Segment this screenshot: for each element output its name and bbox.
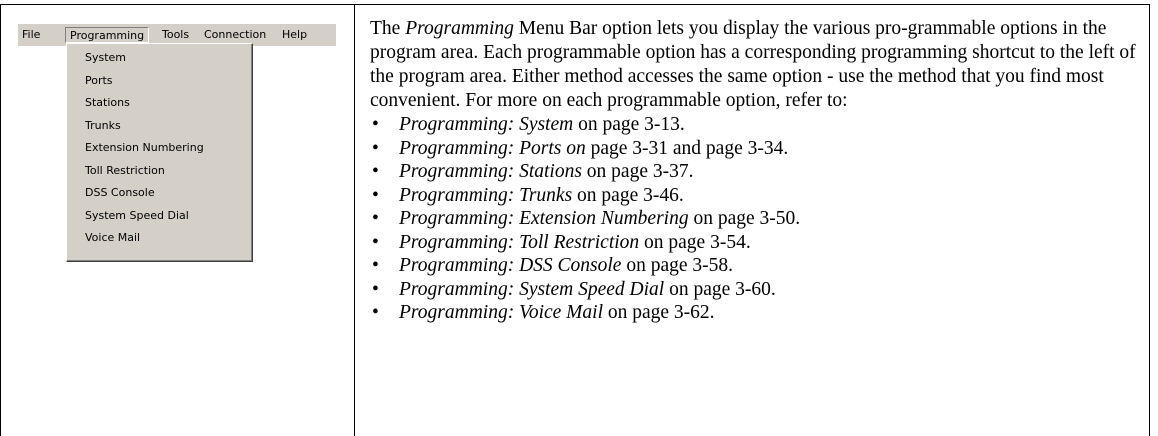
bullet-icon: • [372,114,379,135]
menu-item-ports[interactable]: Ports [67,70,252,93]
item-title: Programming: Voice Mail [399,302,603,323]
bullet-icon: • [372,302,379,323]
menu-connection[interactable]: Connection [200,27,270,43]
list-item: • Programming: System Speed Dial on page … [370,278,1140,302]
item-page-ref: on page 3-58. [621,255,734,276]
item-title: Programming: DSS Console [399,255,622,276]
menu-item-stations[interactable]: Stations [67,92,252,115]
bullet-icon: • [372,137,379,159]
menu-item-extension-numbering[interactable]: Extension Numbering [67,137,252,160]
item-page-ref: on page 3-62. [603,302,715,323]
bullet-icon: • [372,208,379,229]
menu-item-dss-console[interactable]: DSS Console [67,182,252,205]
list-item: • Programming: Toll Restriction on page 3… [370,231,1140,255]
list-item: • Programming: DSS Console on page 3-58. [370,254,1140,278]
item-title: Programming: System Speed Dial [399,278,665,300]
bullet-icon: • [372,255,379,276]
item-page-ref: on page 3-37. [581,161,694,182]
item-page-ref: on page 3-60. [664,278,776,300]
menu-help[interactable]: Help [278,27,311,43]
programming-dropdown: System Ports Stations Trunks Extension N… [66,43,253,262]
item-page-ref: on page 3-50. [688,208,801,229]
item-title: Programming: Toll Restriction [399,231,640,253]
bullet-icon: • [372,184,379,206]
content-table: File Programming Tools Connection Help S… [0,4,1150,436]
item-title: Programming: Ports on [399,137,586,159]
intro-emphasis: Programming [405,18,514,39]
intro-paragraph: The Programming Menu Bar option lets you… [370,17,1140,113]
bullet-icon: • [372,161,379,182]
item-page-ref: page 3-31 and page 3-34. [585,137,789,159]
item-title: Programming: Stations [399,161,582,182]
item-page-ref: on page 3-46. [572,184,684,206]
menu-tools[interactable]: Tools [158,27,193,43]
menu-item-system-speed-dial[interactable]: System Speed Dial [67,205,252,228]
menu-file[interactable]: File [18,27,44,43]
item-page-ref: on page 3-13. [573,114,685,135]
list-item: • Programming: Stations on page 3-37. [370,160,1140,184]
bullet-icon: • [372,278,379,300]
cell-divider [354,5,355,436]
item-title: Programming: System [399,114,574,135]
item-title: Programming: Extension Numbering [399,208,689,229]
menu-programming[interactable]: Programming [65,27,150,43]
menu-item-system[interactable]: System [67,47,252,70]
menu-item-voice-mail[interactable]: Voice Mail [67,227,252,250]
menu-screenshot: File Programming Tools Connection Help S… [18,24,336,262]
list-item: • Programming: System on page 3-13. [370,113,1140,137]
list-item: • Programming: Voice Mail on page 3-62. [370,301,1140,325]
item-page-ref: on page 3-54. [639,231,751,253]
intro-pre: The [370,18,406,39]
menu-item-trunks[interactable]: Trunks [67,115,252,138]
list-item: • Programming: Extension Numbering on pag… [370,207,1140,231]
description-text: The Programming Menu Bar option lets you… [370,17,1140,325]
list-item: • Programming: Trunks on page 3-46. [370,184,1140,208]
bullet-icon: • [372,231,379,253]
reference-list: • Programming: System on page 3-13. • Prog… [370,113,1140,325]
list-item: • Programming: Ports on page 3-31 and pag… [370,137,1140,161]
menu-item-toll-restriction[interactable]: Toll Restriction [67,160,252,183]
item-title: Programming: Trunks [399,184,573,206]
